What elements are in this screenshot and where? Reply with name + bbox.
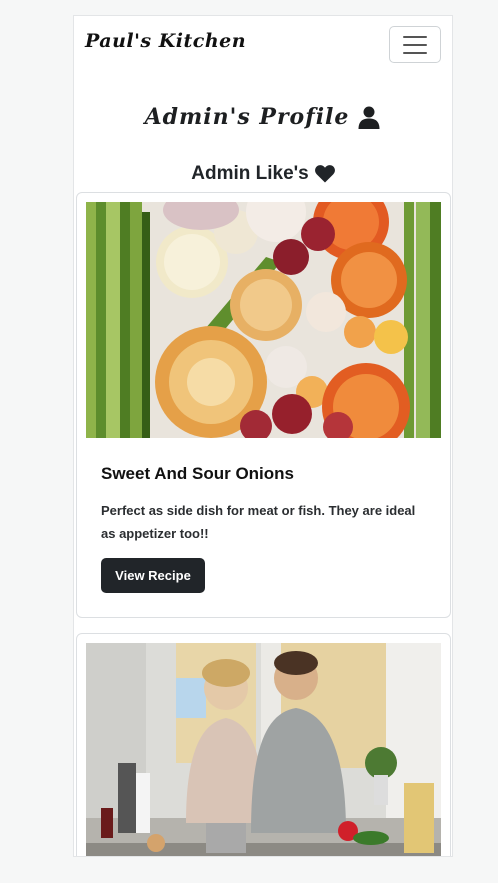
page-title-text: Admin's Profile [144, 104, 350, 130]
heart-icon [314, 165, 335, 183]
page-title: Admin's Profile [74, 104, 452, 130]
view-recipe-button[interactable]: View Recipe [101, 558, 205, 593]
likes-heading-text: Admin Like's [191, 163, 309, 184]
recipe-image-couple-cooking [86, 643, 441, 856]
navbar-toggler-button[interactable] [389, 26, 441, 63]
likes-heading: Admin Like's [74, 163, 452, 185]
brand-logo[interactable]: Paul's Kitchen [85, 30, 246, 52]
navbar: Paul's Kitchen [74, 16, 452, 76]
recipe-image-onions [86, 202, 441, 438]
recipe-title: Sweet And Sour Onions [101, 464, 294, 483]
recipe-card [76, 633, 451, 856]
hamburger-menu-icon [403, 35, 427, 38]
recipe-description: Perfect as side dish for meat or fish. T… [101, 503, 416, 541]
recipe-card: Sweet And Sour Onions Perfect as side di… [76, 192, 451, 618]
mobile-viewport: Paul's Kitchen Admin's Profile Admin Lik… [73, 15, 453, 857]
hamburger-menu-icon-line [403, 43, 427, 46]
user-icon [358, 106, 380, 129]
hamburger-menu-icon-line [403, 51, 427, 54]
